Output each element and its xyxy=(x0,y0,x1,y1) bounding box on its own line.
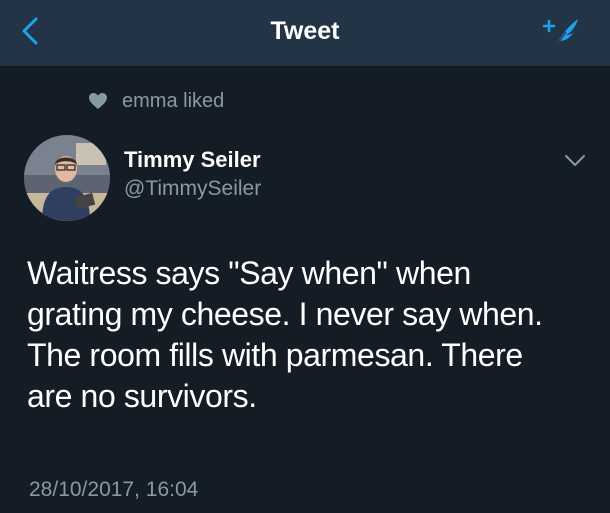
avatar[interactable] xyxy=(24,135,110,221)
tweet-text: Waitress says "Say when" when grating my… xyxy=(27,253,597,417)
tweet-text-line: The room fills with parmesan. There xyxy=(27,337,523,373)
tweet-text-line: Waitress says "Say when" when xyxy=(27,255,471,291)
social-context: emma liked xyxy=(88,89,224,113)
chevron-down-icon[interactable] xyxy=(562,148,588,172)
compose-tweet-icon[interactable] xyxy=(538,12,584,52)
avatar-image xyxy=(24,135,110,221)
author-name[interactable]: Timmy Seiler xyxy=(124,147,261,173)
social-context-label: emma liked xyxy=(122,89,225,112)
page-title: Tweet xyxy=(270,17,340,45)
top-navigation-bar: Tweet xyxy=(0,0,610,67)
tweet-text-line: grating my cheese. I never say when. xyxy=(27,296,543,332)
tweet-timestamp: 28/10/2017, 16:04 xyxy=(29,478,199,501)
author-handle[interactable]: @TimmySeiler xyxy=(124,177,261,201)
tweet-text-line: are no survivors. xyxy=(27,378,257,414)
heart-icon xyxy=(89,93,107,109)
